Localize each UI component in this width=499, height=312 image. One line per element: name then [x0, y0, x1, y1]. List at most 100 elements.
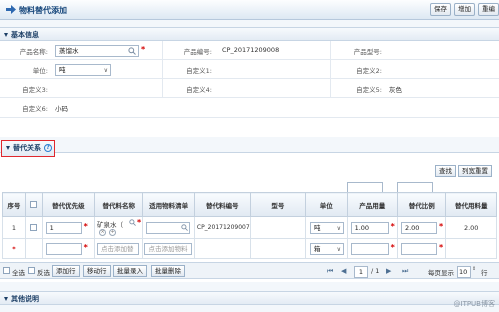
name-cell: 矿泉水（ * × + — [94, 216, 144, 239]
replace-grid: 序号 替代优先级 替代料名称 适用物料清单 替代料编号 型号 单位 产品用量 替… — [2, 192, 497, 259]
select-all-checkbox[interactable] — [3, 267, 10, 274]
col-use-qty: 替代用料量 — [445, 192, 497, 217]
arrow-right-icon — [6, 5, 16, 14]
add-button[interactable]: 增加 — [454, 3, 475, 16]
ratio-cell: 2.00 * — [396, 216, 447, 239]
required-mark: * — [141, 45, 146, 54]
priority-input[interactable] — [45, 243, 82, 255]
chevron-down-icon: ∨ — [336, 246, 342, 253]
replace-name-value: 矿泉水（ — [97, 221, 124, 229]
col-priority: 替代优先级 — [41, 192, 96, 217]
col-code: 替代料编号 — [193, 192, 251, 217]
invert-checkbox[interactable] — [28, 267, 35, 274]
info-row-4: 自定义6: 小码 — [0, 98, 499, 118]
unit-select-value: 吨 — [314, 224, 321, 232]
move-row-button[interactable]: 移动行 — [83, 265, 111, 277]
bom-cell — [142, 216, 195, 239]
row-index: 1 — [2, 216, 26, 239]
per-page-input[interactable]: 10 — [457, 266, 471, 278]
page-total: / 1 — [371, 267, 380, 275]
next-page-icon[interactable]: ▶ — [386, 267, 391, 275]
unit-cell: 箱 ∨ — [305, 238, 348, 259]
last-page-icon[interactable]: ⏭ — [402, 267, 408, 276]
col-checkbox[interactable] — [24, 192, 43, 217]
model-cell — [249, 216, 307, 239]
product-model-label: 产品型号: — [353, 48, 382, 56]
qty-cell: 1.00 * — [346, 216, 398, 239]
per-page-suffix: 行 — [481, 269, 488, 277]
custom6-value: 小码 — [55, 105, 68, 113]
priority-input[interactable]: 1 — [45, 222, 82, 234]
page-title: 物料替代添加 — [19, 6, 67, 15]
custom2-label: 自定义2: — [356, 67, 382, 75]
replace-section-header[interactable]: 替代关系 ? — [1, 140, 55, 157]
checkbox[interactable] — [30, 201, 38, 208]
search-icon[interactable] — [128, 47, 136, 55]
basic-info-title: 基本信息 — [11, 31, 39, 39]
per-page-label: 每页显示 — [428, 269, 454, 277]
search-icon[interactable] — [181, 224, 189, 231]
chevron-down-icon: ∨ — [336, 225, 342, 232]
add-row-button[interactable]: 添加行 — [52, 265, 80, 277]
checkbox[interactable] — [30, 224, 38, 231]
grid-header-row: 序号 替代优先级 替代料名称 适用物料清单 替代料编号 型号 单位 产品用量 替… — [2, 192, 497, 217]
bom-input[interactable] — [146, 222, 191, 234]
product-code-label: 产品编号: — [183, 48, 212, 56]
product-name-input[interactable]: 蒸馏水 — [55, 45, 139, 57]
required-mark: * — [438, 222, 444, 231]
invert-label[interactable]: 反选 — [37, 267, 50, 277]
basic-info-header[interactable]: 基本信息 — [0, 27, 499, 41]
info-row-1: 产品名称: 蒸馏水 * 产品编号: CP_20171209008 产品型号: — [0, 41, 499, 60]
batch-import-button[interactable]: 批量录入 — [113, 265, 147, 277]
unit-select[interactable]: 吨 ∨ — [55, 64, 111, 76]
bom-cell: 点击添加物料 — [142, 238, 195, 259]
unit-select[interactable]: 吨 ∨ — [310, 222, 345, 234]
watermark: @ITPUB博客 — [453, 300, 496, 308]
stepper-icon[interactable]: ⇕ — [472, 266, 476, 272]
col-model: 型号 — [249, 192, 307, 217]
bom-input[interactable]: 点击添加物料 — [144, 243, 193, 255]
batch-delete-button[interactable]: 批量删除 — [151, 265, 185, 277]
ratio-input[interactable] — [400, 243, 437, 255]
remove-icon[interactable]: × — [99, 229, 107, 236]
replace-section-title: 替代关系 — [13, 144, 41, 152]
basic-info-form: 产品名称: 蒸馏水 * 产品编号: CP_20171209008 产品型号: 单… — [0, 41, 499, 137]
required-mark: * — [83, 243, 88, 252]
reset-button[interactable]: 重编 — [478, 3, 499, 16]
other-info-header[interactable]: 其他说明 — [0, 291, 499, 305]
required-mark: * — [438, 243, 444, 252]
add-icon[interactable]: + — [109, 229, 117, 236]
unit-select-value: 吨 — [59, 66, 66, 74]
ratio-input[interactable]: 2.00 — [400, 222, 437, 234]
ratio-cell: * — [396, 238, 447, 259]
chevron-down-icon: ∨ — [103, 67, 108, 74]
model-cell — [249, 238, 307, 259]
search-icon[interactable] — [129, 219, 136, 226]
code-cell: CP_20171209007 — [193, 216, 251, 239]
col-index: 序号 — [2, 192, 26, 217]
product-code-value: CP_20171209008 — [222, 46, 280, 54]
select-all-label[interactable]: 全选 — [12, 267, 25, 277]
unit-select[interactable]: 箱 ∨ — [310, 243, 345, 255]
qty-input[interactable] — [350, 243, 389, 255]
table-row: 1 1 * 矿泉水（ * × + CP_20171209007 吨 ∨ 1.00… — [2, 216, 497, 239]
collapse-triangle-icon — [4, 33, 8, 37]
product-name-label: 产品名称: — [19, 48, 48, 56]
use-qty-cell: 2.00 — [445, 216, 497, 239]
product-name-value: 蒸馏水 — [59, 47, 79, 55]
save-button[interactable]: 保存 — [430, 3, 451, 16]
priority-cell: 1 * — [41, 216, 96, 239]
unit-select-value: 箱 — [314, 245, 321, 253]
replace-name-input[interactable]: 点击添加替 — [97, 243, 140, 255]
reset-column-width-button[interactable]: 列宽重置 — [458, 165, 492, 177]
first-page-icon[interactable]: ⏮ — [327, 267, 333, 276]
row-checkbox-cell[interactable] — [24, 216, 43, 239]
prev-page-icon[interactable]: ◀ — [341, 267, 346, 275]
page-input[interactable]: 1 — [354, 266, 368, 278]
find-button[interactable]: 查找 — [435, 165, 456, 177]
use-qty-cell — [445, 238, 497, 259]
priority-cell: * — [41, 238, 96, 259]
qty-input[interactable]: 1.00 — [350, 222, 389, 234]
col-name: 替代料名称 — [94, 192, 144, 217]
help-icon[interactable]: ? — [44, 144, 52, 152]
